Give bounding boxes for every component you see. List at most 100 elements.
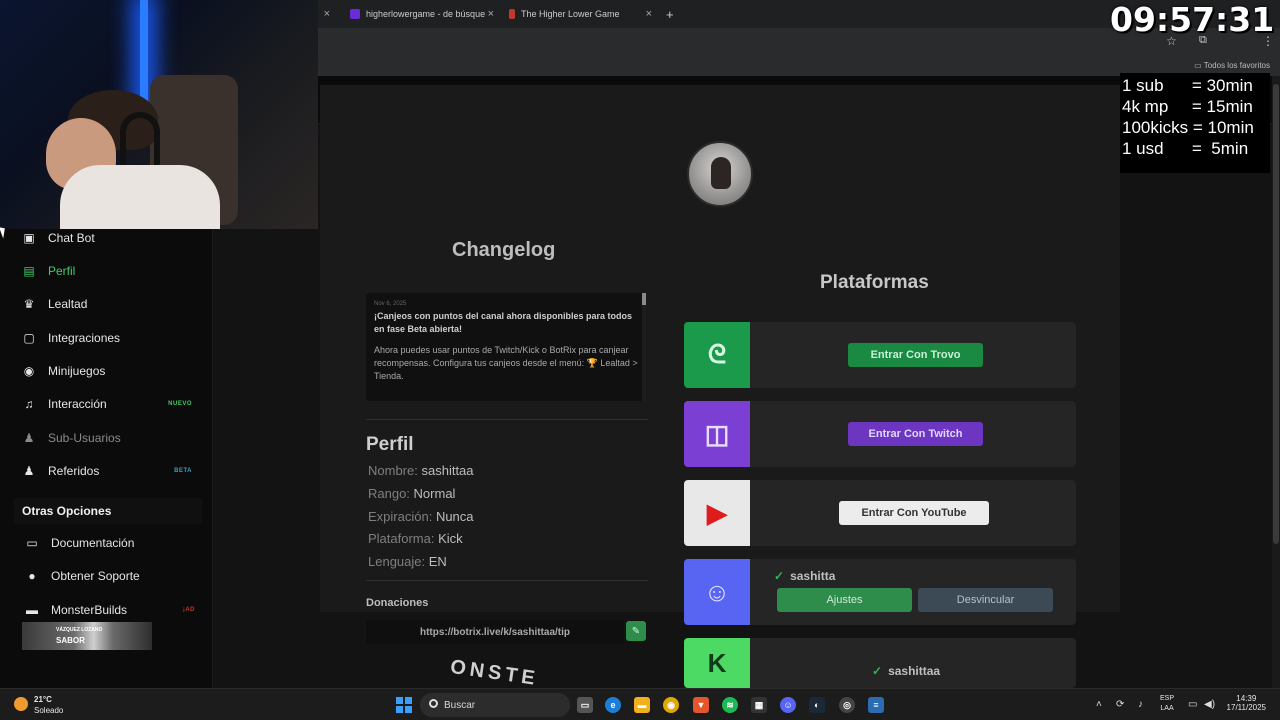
trovo-login-label: Entrar Con Trovo bbox=[870, 349, 961, 361]
discord-unlink-button[interactable]: Desvincular bbox=[918, 588, 1053, 612]
scrollbar[interactable] bbox=[1272, 76, 1280, 688]
lang-code: ESP bbox=[1160, 695, 1175, 702]
sidebar-item-label: Sub-Usuarios bbox=[48, 431, 121, 445]
close-icon[interactable]: × bbox=[488, 8, 494, 20]
edit-icon[interactable]: ✎ bbox=[626, 621, 646, 641]
trovo-icon: ᘓ bbox=[684, 322, 750, 388]
mic-icon[interactable]: ♪ bbox=[1138, 699, 1143, 710]
discord-username: sashitta bbox=[790, 569, 836, 583]
spotify-icon[interactable]: ≋ bbox=[722, 697, 738, 713]
webcam-overlay bbox=[0, 0, 318, 229]
twitch-icon: ◫ bbox=[684, 401, 750, 467]
screen: × higherlowergame - de búsque × The High… bbox=[0, 0, 1280, 720]
language-indicator[interactable]: ESP LAA bbox=[1160, 694, 1174, 714]
display-icon[interactable]: ▭ bbox=[1188, 699, 1197, 710]
profile-row-rank: Rango: Normal bbox=[368, 486, 455, 501]
profile-value: Kick bbox=[438, 531, 463, 546]
platform-card-youtube: ▶ Entrar Con YouTube bbox=[684, 480, 1076, 546]
profile-value: sashittaa bbox=[421, 463, 474, 478]
changelog-box[interactable]: Nov 6, 2025 ¡Canjeos con puntos del cana… bbox=[366, 293, 646, 401]
tab-title: The Higher Lower Game bbox=[521, 9, 620, 19]
rate-line: 1 usd = 5min bbox=[1122, 139, 1249, 158]
sidebar-item-soporte[interactable]: ● Obtener Soporte bbox=[25, 563, 205, 589]
discord-taskbar-icon[interactable]: ☺ bbox=[780, 697, 796, 713]
profile-row-name: Nombre: sashittaa bbox=[368, 463, 474, 478]
sidebar-item-interaccion[interactable]: ♫ Interacción NUEVO bbox=[22, 391, 202, 417]
ad-badge: ¡AD bbox=[182, 607, 195, 613]
task-view-icon[interactable]: ▭ bbox=[577, 697, 593, 713]
platforms-title: Plataformas bbox=[820, 272, 929, 293]
gamepad-icon: ◉ bbox=[23, 364, 35, 378]
youtube-icon: ▶ bbox=[684, 480, 750, 546]
changelog-scrollbar[interactable] bbox=[642, 293, 646, 401]
subathon-rates: 1 sub = 30min 4k mp = 15min 100kicks = 1… bbox=[1120, 73, 1270, 173]
sidebar-item-sub-usuarios[interactable]: ♟ Sub-Usuarios bbox=[22, 425, 202, 451]
chevron-up-icon[interactable]: ˄ bbox=[1096, 699, 1102, 710]
youtube-login-button[interactable]: Entrar Con YouTube bbox=[839, 501, 989, 525]
taskbar-search[interactable]: Buscar bbox=[420, 693, 570, 717]
start-button[interactable] bbox=[396, 697, 412, 713]
twitch-login-button[interactable]: Entrar Con Twitch bbox=[848, 422, 983, 446]
sidebar-item-label: Obtener Soporte bbox=[51, 569, 140, 583]
robot-icon: ▣ bbox=[23, 231, 35, 245]
profile-label: Plataforma: bbox=[368, 531, 435, 546]
discord-settings-button[interactable]: Ajustes bbox=[777, 588, 912, 612]
volume-icon[interactable]: ◀) bbox=[1204, 699, 1215, 710]
profile-row-platform: Plataforma: Kick bbox=[368, 531, 463, 546]
sidebar-item-label: Lealtad bbox=[48, 297, 88, 311]
platform-card-kick: K ✓ sashittaa bbox=[684, 638, 1076, 688]
avatar[interactable] bbox=[687, 141, 753, 207]
check-icon: ✓ bbox=[774, 569, 785, 583]
sidebar-item-label: Perfil bbox=[48, 264, 76, 278]
app-icon[interactable]: ▦ bbox=[751, 697, 767, 713]
profile-label: Expiración: bbox=[368, 509, 433, 524]
brave-icon[interactable]: ▼ bbox=[693, 697, 709, 713]
donations-title: Donaciones bbox=[366, 597, 429, 609]
chrome-icon[interactable]: ◉ bbox=[663, 697, 679, 713]
clock-widget[interactable]: 14:39 17/11/2025 bbox=[1227, 694, 1266, 712]
users-icon: ♟ bbox=[23, 464, 35, 478]
sidebar-item-minijuegos[interactable]: ◉ Minijuegos bbox=[22, 358, 202, 384]
changelog-body: Ahora puedes usar puntos de Twitch/Kick … bbox=[374, 345, 638, 381]
tab-higher-lower[interactable]: The Higher Lower Game × bbox=[509, 3, 652, 25]
twitch-login-label: Entrar Con Twitch bbox=[868, 428, 963, 440]
divider bbox=[366, 419, 648, 420]
sidebar-item-monsterbuilds[interactable]: ▬ MonsterBuilds ¡AD bbox=[25, 597, 205, 623]
discord-icon: ☺ bbox=[684, 559, 750, 625]
obs-icon[interactable]: ◎ bbox=[839, 697, 855, 713]
edge-icon[interactable]: e bbox=[605, 697, 621, 713]
profile-row-expiration: Expiración: Nunca bbox=[368, 509, 474, 524]
changelog-date: Nov 6, 2025 bbox=[374, 301, 407, 307]
notes-icon[interactable]: ≡ bbox=[868, 697, 884, 713]
tab-search[interactable]: higherlowergame - de búsque × bbox=[350, 3, 494, 25]
sidebar-section-title: Otras Opciones bbox=[14, 498, 202, 524]
question-icon: ● bbox=[28, 569, 36, 583]
yahoo-icon bbox=[350, 9, 360, 19]
sidebar-item-lealtad[interactable]: ♛ Lealtad bbox=[22, 291, 202, 317]
sidebar-item-label: Interacción bbox=[48, 397, 107, 411]
sidebar-item-perfil[interactable]: ▤ Perfil bbox=[22, 258, 202, 284]
close-icon[interactable]: × bbox=[646, 8, 652, 20]
file-explorer-icon[interactable]: ▬ bbox=[634, 697, 650, 713]
steam-icon[interactable]: ◐ bbox=[809, 697, 825, 713]
tab-close-prev[interactable]: × bbox=[324, 3, 330, 25]
taskbar: 21°C Soleado Buscar ▭ e ▬ ◉ ▼ ≋ ▦ ☺ ◐ ◎ … bbox=[0, 688, 1280, 720]
discord-linked-user: ✓ sashitta bbox=[774, 569, 835, 583]
profile-title: Perfil bbox=[366, 434, 414, 455]
profile-label: Lenguaje: bbox=[368, 554, 426, 569]
system-date: 17/11/2025 bbox=[1226, 703, 1266, 712]
donation-url-field[interactable]: https://botrix.live/k/sashittaa/tip bbox=[366, 620, 624, 644]
sidebar-item-referidos[interactable]: ♟ Referidos BETA bbox=[22, 458, 202, 484]
new-tab-button[interactable]: + bbox=[666, 3, 674, 25]
user-lock-icon: ♟ bbox=[23, 431, 35, 445]
rate-line: 100kicks = 10min bbox=[1122, 118, 1254, 137]
check-icon: ✓ bbox=[872, 664, 883, 678]
all-bookmarks-link[interactable]: ▭ Todos los favoritos bbox=[1194, 61, 1270, 70]
sidebar-item-documentacion[interactable]: ▭ Documentación bbox=[25, 530, 205, 556]
trovo-login-button[interactable]: Entrar Con Trovo bbox=[848, 343, 983, 367]
lang-region: LAA bbox=[1160, 705, 1174, 712]
divider bbox=[366, 580, 648, 581]
sidebar-item-integraciones[interactable]: ▢ Integraciones bbox=[22, 325, 202, 351]
sync-icon[interactable]: ⟳ bbox=[1116, 699, 1124, 710]
music-icon: ♫ bbox=[24, 397, 34, 411]
